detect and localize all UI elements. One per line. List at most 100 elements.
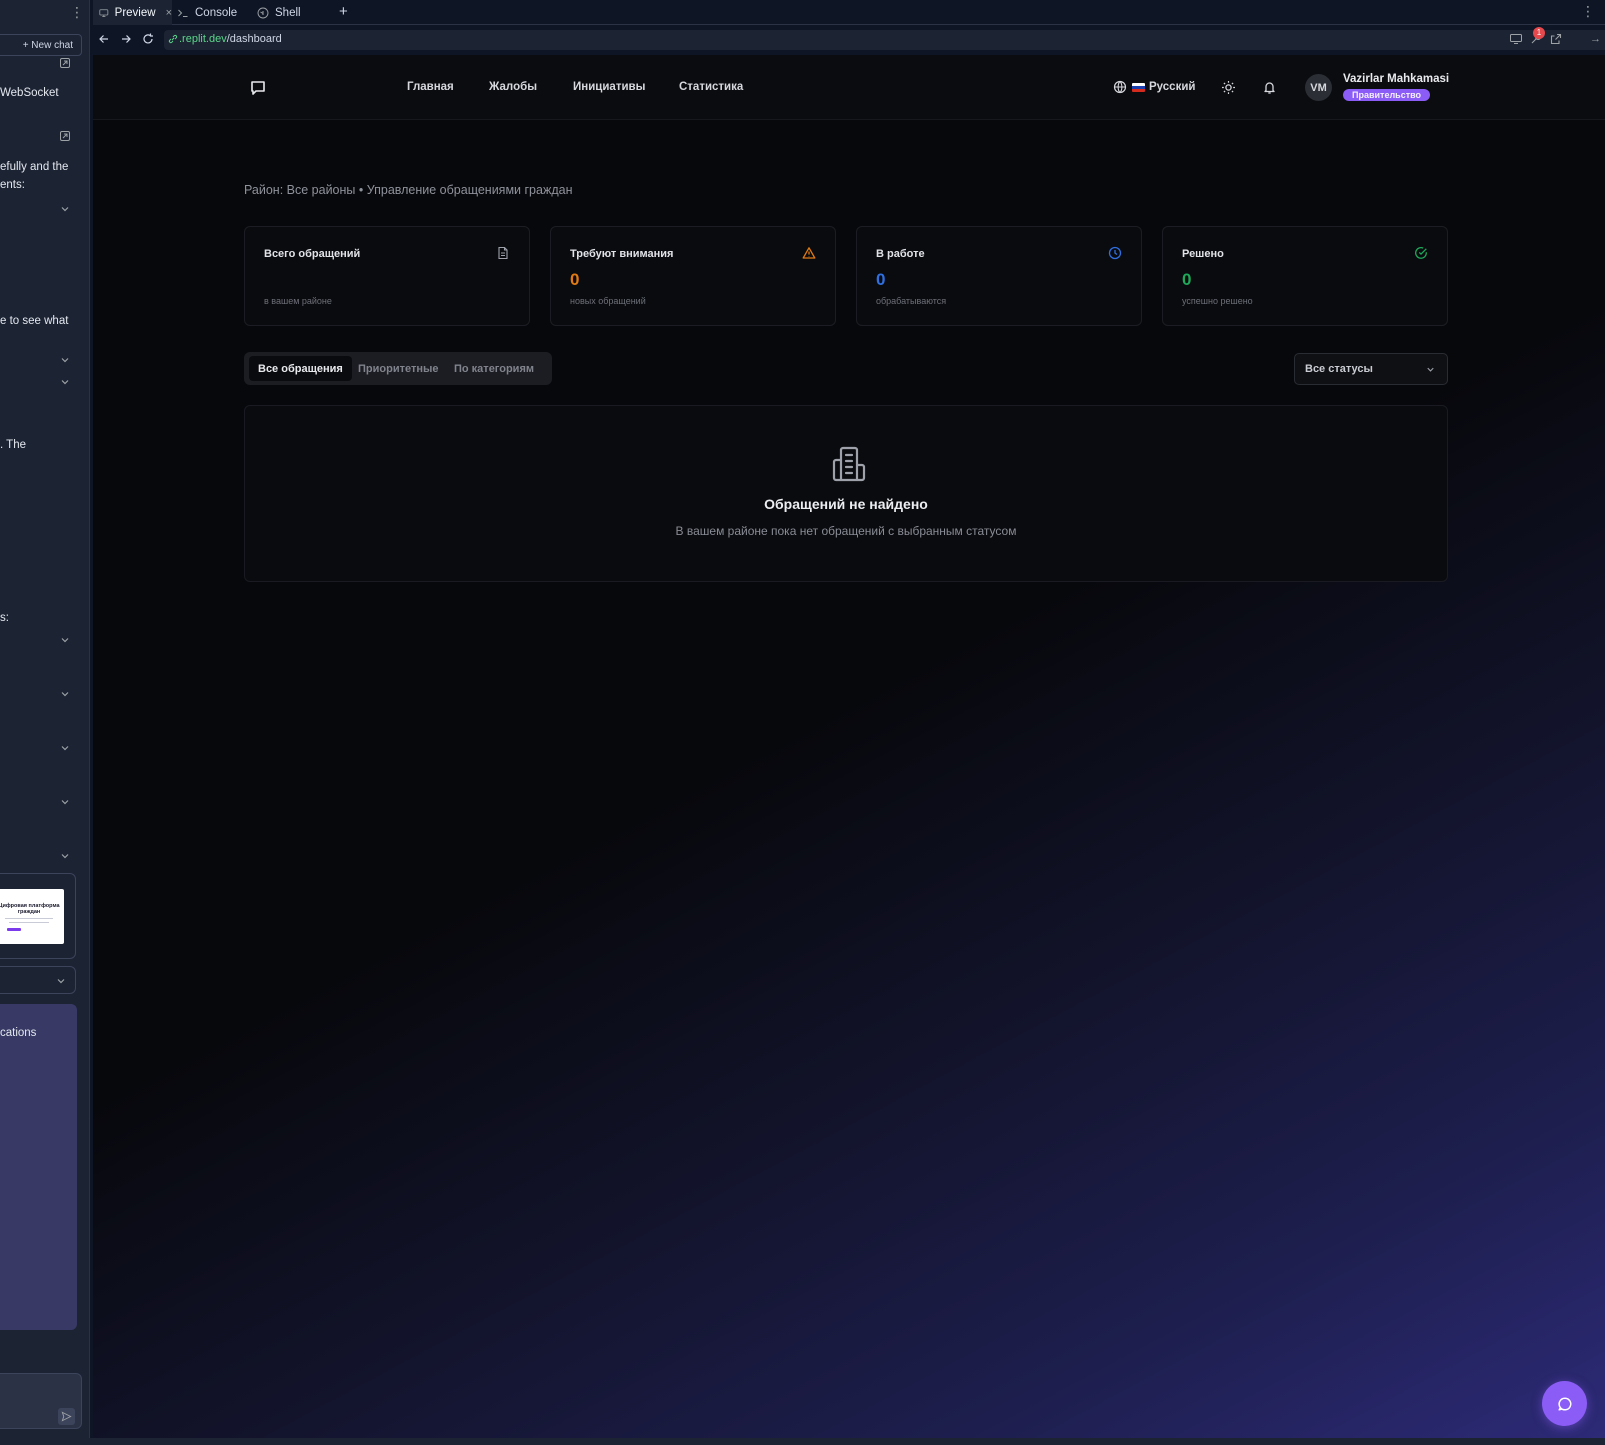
chat-snippet: . The: [0, 439, 26, 451]
screenshot-thumbnail: Цифровая платформа граждан: [0, 889, 64, 944]
link-icon: [168, 34, 178, 44]
url-text: .replit.dev/dashboard: [179, 33, 282, 45]
globe-icon: [1113, 80, 1127, 94]
refresh-icon[interactable]: [141, 32, 155, 46]
stat-label: Решено: [1182, 248, 1224, 260]
warning-icon: [802, 247, 816, 259]
app-preview: Главная Жалобы Инициативы Статистика Рус…: [93, 55, 1605, 1438]
collapsed-section[interactable]: [0, 966, 76, 994]
forward-arrow-icon[interactable]: [119, 32, 133, 46]
url-field[interactable]: .replit.dev/dashboard →: [164, 30, 1605, 50]
stat-value: 0: [1182, 270, 1192, 289]
user-name: Vazirlar Mahkamasi: [1343, 73, 1450, 85]
screenshot-attachment[interactable]: Цифровая платформа граждан: [0, 873, 76, 959]
tab-console[interactable]: Console: [175, 0, 253, 25]
chevron-down-icon[interactable]: [59, 796, 71, 808]
empty-state-title: Обращений не найдено: [764, 496, 928, 512]
send-icon[interactable]: [58, 1408, 75, 1425]
open-new-tab-icon[interactable]: [1549, 32, 1563, 46]
building-icon: [832, 446, 866, 482]
tab-label: Console: [195, 6, 238, 19]
status-filter-select[interactable]: Все статусы: [1294, 353, 1448, 385]
empty-state-message: В вашем районе пока нет обращений с выбр…: [675, 524, 1017, 538]
pin-icon[interactable]: [59, 130, 71, 142]
stat-label: Всего обращений: [264, 248, 361, 260]
chevron-down-icon[interactable]: [59, 203, 71, 215]
chevron-down-icon[interactable]: [59, 742, 71, 754]
chevron-down-icon: [1427, 367, 1434, 372]
bell-icon[interactable]: [1262, 80, 1277, 95]
chat-snippet: efully and the: [0, 161, 69, 173]
resize-handle[interactable]: [89, 708, 90, 728]
go-arrow-icon[interactable]: →: [1590, 33, 1601, 45]
close-icon[interactable]: ×: [166, 7, 172, 19]
page-subtitle: Район: Все районы • Управление обращения…: [244, 183, 573, 197]
device-preview-icon[interactable]: [1509, 32, 1523, 46]
chevron-down-icon[interactable]: [59, 354, 71, 366]
tab-priority[interactable]: Приоритетные: [349, 356, 448, 381]
thumbnail-title: Цифровая платформа граждан: [0, 903, 60, 915]
tab-shell[interactable]: Shell: [255, 0, 325, 25]
stat-value: 0: [570, 270, 580, 289]
tab-all-requests[interactable]: Все обращения: [249, 356, 352, 381]
monitor-icon: [99, 8, 109, 17]
check-circle-icon: [1415, 246, 1427, 259]
chevron-down-icon[interactable]: [59, 634, 71, 646]
user-avatar[interactable]: VM: [1305, 74, 1332, 101]
more-options-icon[interactable]: ⋮: [1581, 3, 1595, 20]
nav-link-complaints[interactable]: Жалобы: [489, 81, 537, 93]
stat-label: В работе: [876, 248, 925, 260]
filter-tabs: Все обращения Приоритетные По категориям: [244, 352, 552, 385]
chevron-down-icon[interactable]: [55, 975, 67, 987]
nav-link-initiatives[interactable]: Инициативы: [573, 81, 645, 93]
stat-card-in-progress: В работе 0 обрабатываются: [856, 226, 1142, 326]
chat-snippet: WebSocket: [0, 87, 59, 99]
russian-flag-icon: [1132, 82, 1145, 92]
language-label: Русский: [1149, 81, 1196, 93]
chat-fab-button[interactable]: [1542, 1381, 1587, 1426]
stat-card-resolved: Решено 0 успешно решено: [1162, 226, 1448, 326]
thumbnail-button: [7, 928, 21, 931]
chat-bubble-logo-icon[interactable]: [249, 79, 267, 97]
notification-badge: 1: [1533, 27, 1545, 39]
back-arrow-icon[interactable]: [97, 32, 111, 46]
preview-url-bar: .replit.dev/dashboard → 1: [93, 27, 1605, 53]
chat-snippet: ents:: [0, 179, 25, 191]
shell-icon: [257, 6, 269, 19]
thumbnail-line: [5, 918, 53, 919]
tab-by-category[interactable]: По категориям: [445, 356, 543, 381]
stat-label: Требуют внимания: [570, 248, 674, 260]
stat-value: 0: [876, 270, 886, 289]
thumbnail-line: [9, 922, 49, 923]
chat-snippet: e to see what: [0, 315, 69, 327]
stat-description: в вашем районе: [264, 296, 332, 306]
user-role-badge: Правительство: [1343, 89, 1431, 101]
tab-preview[interactable]: Preview ×: [93, 0, 172, 25]
app-header: Главная Жалобы Инициативы Статистика Рус…: [93, 55, 1605, 120]
document-icon: [498, 246, 508, 260]
assistant-message: cations: [0, 1004, 77, 1330]
chevron-down-icon[interactable]: [59, 688, 71, 700]
nav-link-statistics[interactable]: Статистика: [679, 81, 743, 93]
sun-theme-icon[interactable]: [1221, 80, 1236, 95]
nav-link-home[interactable]: Главная: [407, 81, 454, 93]
clock-icon: [1108, 246, 1122, 260]
new-tab-icon[interactable]: +: [339, 3, 348, 20]
pin-icon[interactable]: [59, 57, 71, 69]
new-chat-button[interactable]: + New chat: [0, 34, 82, 56]
chat-snippet: s:: [0, 612, 9, 624]
empty-state-card: Обращений не найдено В вашем районе пока…: [244, 405, 1448, 582]
status-filter-value: Все статусы: [1305, 363, 1373, 375]
stat-description: успешно решено: [1182, 296, 1253, 306]
stat-description: обрабатываются: [876, 296, 947, 306]
tab-label: Shell: [275, 6, 301, 19]
language-switcher[interactable]: Русский: [1113, 80, 1195, 94]
stat-card-attention: Требуют внимания 0 новых обращений: [550, 226, 836, 326]
stat-card-total: Всего обращений в вашем районе: [244, 226, 530, 326]
chevron-down-icon[interactable]: [59, 850, 71, 862]
sidebar-menu-icon[interactable]: ⋮: [70, 4, 84, 21]
chat-icon: [1557, 1396, 1571, 1411]
stat-description: новых обращений: [570, 296, 646, 306]
agent-sidebar: ⋮ + New chat WebSocket efully and the en…: [0, 0, 90, 1445]
chevron-down-icon[interactable]: [59, 376, 71, 388]
